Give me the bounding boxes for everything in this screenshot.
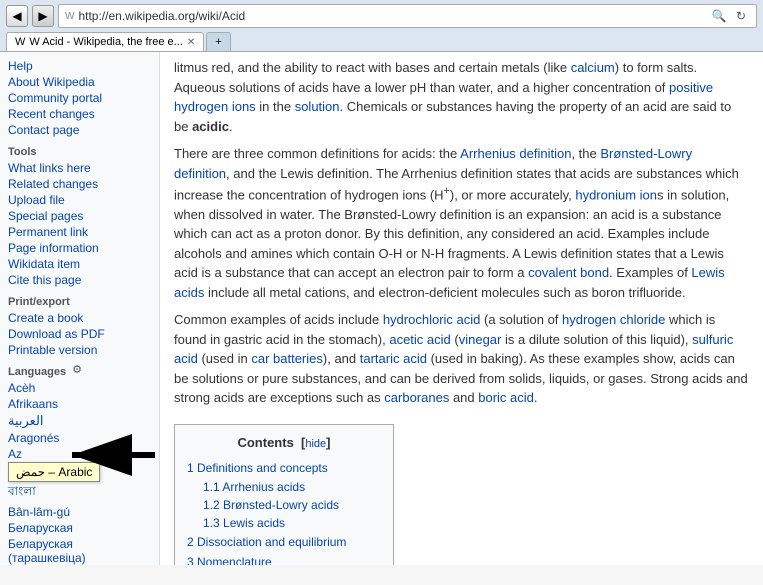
paragraph-2: There are three common definitions for a…	[174, 144, 749, 302]
sidebar-link-upload[interactable]: Upload file	[8, 192, 151, 208]
calcium-link[interactable]: calcium	[571, 60, 615, 75]
arrhenius-link[interactable]: Arrhenius definition	[460, 146, 571, 161]
tab-label: W Acid - Wikipedia, the free e...	[29, 36, 182, 48]
toc-item-1-3[interactable]: 1.3 Lewis acids	[187, 514, 381, 532]
sidebar-link-az[interactable]: Az	[8, 446, 22, 462]
sidebar-link-afrikaans[interactable]: Afrikaans	[8, 396, 151, 412]
sidebar-link-page-info[interactable]: Page information	[8, 240, 151, 256]
carboranes-link[interactable]: carboranes	[384, 390, 449, 405]
sidebar: Help About Wikipedia Community portal Re…	[0, 52, 160, 565]
sidebar-link-belarusian-tarask[interactable]: Беларуская (тарашкевіца)	[8, 536, 151, 565]
toc-item-1-1[interactable]: 1.1 Arrhenius acids	[187, 478, 381, 496]
refresh-button[interactable]: ↻	[732, 7, 750, 25]
sidebar-link-banlam[interactable]: Bân-lâm-gú	[8, 504, 151, 520]
paragraph-3: Common examples of acids include hydroch…	[174, 310, 749, 408]
sidebar-link-download-pdf[interactable]: Download as PDF	[8, 326, 151, 342]
arabic-link-container: العربية	[8, 412, 44, 430]
sidebar-link-bengali[interactable]: বাংলা	[8, 482, 151, 504]
toc-link-1-3[interactable]: Lewis acids	[223, 516, 285, 530]
search-button[interactable]: 🔍	[710, 7, 728, 25]
toc-link-1[interactable]: Definitions and concepts	[197, 461, 328, 475]
contents-label: Contents	[237, 435, 293, 450]
sidebar-link-cite[interactable]: Cite this page	[8, 272, 151, 288]
contents-hide-link[interactable]: hide	[305, 438, 326, 450]
paragraph-1: litmus red, and the ability to react wit…	[174, 58, 749, 136]
back-button[interactable]: ◀	[6, 5, 28, 27]
acidic-text: acidic	[192, 119, 229, 134]
acetic-link[interactable]: acetic acid	[389, 332, 450, 347]
hydronium-link[interactable]: hydronium ion	[575, 187, 657, 202]
sidebar-link-aceh[interactable]: Acèh	[8, 380, 151, 396]
languages-header: Languages ⚙	[8, 358, 151, 380]
sidebar-link-related-changes[interactable]: Related changes	[8, 176, 151, 192]
sidebar-link-help[interactable]: Help	[8, 58, 151, 74]
tools-label: Tools	[8, 146, 151, 158]
tab-bar: W W Acid - Wikipedia, the free e... ✕ +	[6, 32, 757, 51]
toc-item-1-2[interactable]: 1.2 Brønsted-Lowry acids	[187, 496, 381, 514]
sidebar-link-create-book[interactable]: Create a book	[8, 310, 151, 326]
sidebar-link-contact[interactable]: Contact page	[8, 122, 151, 138]
new-tab[interactable]: +	[206, 32, 230, 51]
vinegar-link[interactable]: vinegar	[459, 332, 502, 347]
covalent-bond-link[interactable]: covalent bond	[528, 265, 609, 280]
hcl-link2[interactable]: hydrogen chloride	[562, 312, 665, 327]
boric-acid-link[interactable]: boric acid	[478, 390, 534, 405]
sidebar-link-community[interactable]: Community portal	[8, 90, 151, 106]
tab-favicon: W	[15, 36, 25, 48]
contents-box: Contents [hide] 1 Definitions and concep…	[174, 424, 394, 565]
tooltip-text: حمض – Arabic	[16, 465, 92, 479]
car-batteries-link[interactable]: car batteries	[251, 351, 323, 366]
browser-toolbar: ◀ ▶ W 🔍 ↻	[6, 4, 757, 28]
tooltip-anchor: Az حمض – Arabic	[8, 446, 22, 462]
sidebar-link-permanent[interactable]: Permanent link	[8, 224, 151, 240]
toc-link-1-1[interactable]: Arrhenius acids	[222, 480, 305, 494]
page-body: Help About Wikipedia Community portal Re…	[0, 52, 763, 565]
toc-item-1[interactable]: 1 Definitions and concepts	[187, 458, 381, 478]
sidebar-link-about[interactable]: About Wikipedia	[8, 74, 151, 90]
toc-item-3[interactable]: 3 Nomenclature	[187, 552, 381, 565]
sidebar-link-recent-changes[interactable]: Recent changes	[8, 106, 151, 122]
toc-link-1-2[interactable]: Brønsted-Lowry acids	[223, 498, 339, 512]
tooltip-box: حمض – Arabic	[8, 462, 100, 482]
favicon: W	[65, 11, 74, 22]
sidebar-link-printable[interactable]: Printable version	[8, 342, 151, 358]
contents-title: Contents [hide]	[187, 433, 381, 453]
print-label: Print/export	[8, 296, 151, 308]
solution-link[interactable]: solution	[295, 99, 340, 114]
active-tab[interactable]: W W Acid - Wikipedia, the free e... ✕	[6, 32, 204, 51]
main-content: litmus red, and the ability to react wit…	[160, 52, 763, 565]
browser-chrome: ◀ ▶ W 🔍 ↻ W W Acid - Wikipedia, the free…	[0, 0, 763, 52]
address-bar: W 🔍 ↻	[58, 4, 757, 28]
toc-item-2[interactable]: 2 Dissociation and equilibrium	[187, 532, 381, 552]
toc-link-3[interactable]: Nomenclature	[197, 555, 272, 565]
sidebar-link-special[interactable]: Special pages	[8, 208, 151, 224]
hcl-link[interactable]: hydrochloric acid	[383, 312, 481, 327]
sidebar-link-what-links[interactable]: What links here	[8, 160, 151, 176]
url-input[interactable]	[78, 9, 706, 23]
sidebar-link-arabic[interactable]: العربية	[8, 412, 44, 430]
tab-close-button[interactable]: ✕	[187, 37, 195, 48]
toc-link-2[interactable]: Dissociation and equilibrium	[197, 535, 346, 549]
tartaric-link[interactable]: tartaric acid	[360, 351, 427, 366]
sidebar-link-belarusian[interactable]: Беларуская	[8, 520, 151, 536]
gear-icon[interactable]: ⚙	[72, 363, 82, 376]
sidebar-link-aragones[interactable]: Aragonés	[8, 430, 151, 446]
sidebar-link-wikidata[interactable]: Wikidata item	[8, 256, 151, 272]
languages-label: Languages	[8, 366, 66, 378]
forward-button[interactable]: ▶	[32, 5, 54, 27]
